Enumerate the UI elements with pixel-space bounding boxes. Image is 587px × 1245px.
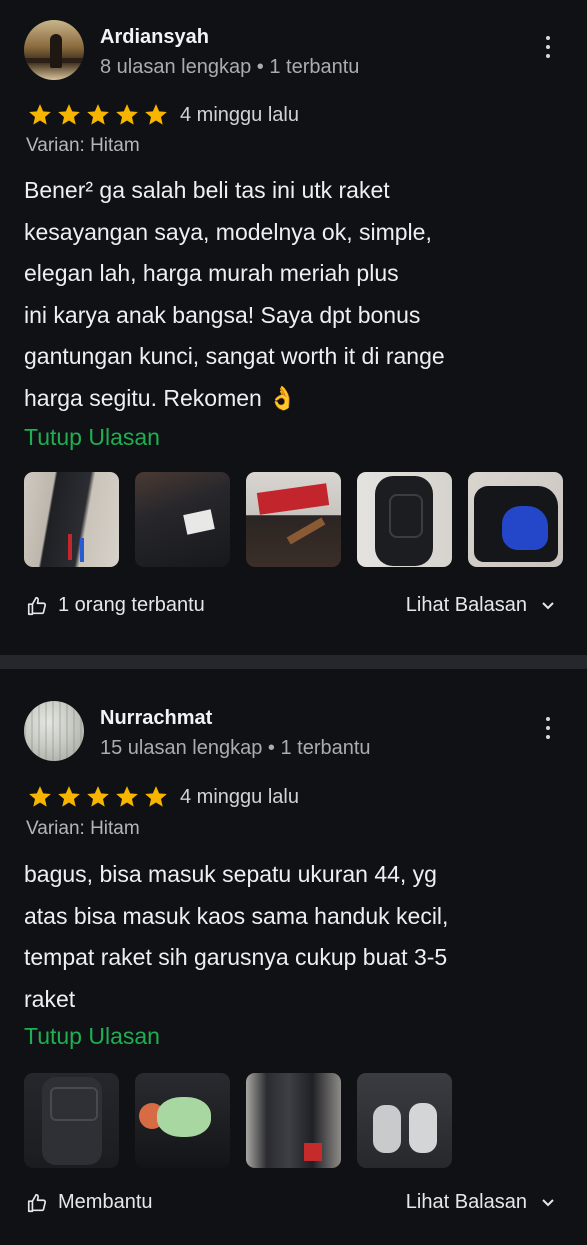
reviewer-meta: 8 ulasan lengkap • 1 terbantu: [100, 56, 360, 78]
review-photos: [24, 472, 563, 567]
helpful-button[interactable]: 1 orang terbantu: [26, 594, 205, 617]
review-time: 4 minggu lalu: [180, 103, 299, 126]
review-footer: Membantu Lihat Balasan: [24, 1191, 563, 1221]
helpful-button[interactable]: Membantu: [26, 1191, 153, 1214]
review-photo[interactable]: [246, 472, 341, 567]
star-rating: [26, 102, 170, 128]
review-time: 4 minggu lalu: [180, 785, 299, 808]
review-header: Nurrachmat 15 ulasan lengkap • 1 terbant…: [24, 701, 563, 761]
review-card: Ardiansyah 8 ulasan lengkap • 1 terbantu…: [0, 0, 587, 655]
variant-label: Varian: Hitam: [26, 818, 140, 839]
section-divider: [0, 655, 587, 669]
review-photo[interactable]: [135, 1073, 230, 1168]
rating-row: 4 minggu lalu: [26, 784, 299, 810]
star-icon: [116, 104, 138, 125]
star-icon: [145, 786, 167, 807]
kebab-menu-icon[interactable]: [541, 36, 555, 66]
reviewer-meta: 15 ulasan lengkap • 1 terbantu: [100, 737, 371, 759]
review-header: Ardiansyah 8 ulasan lengkap • 1 terbantu: [24, 20, 563, 80]
star-icon: [29, 786, 51, 807]
review-photo[interactable]: [24, 1073, 119, 1168]
helpful-count: 1 orang terbantu: [58, 594, 205, 616]
review-photos: [24, 1073, 452, 1168]
review-photo[interactable]: [135, 472, 230, 567]
star-icon: [116, 786, 138, 807]
view-replies-button[interactable]: Lihat Balasan: [406, 1191, 555, 1214]
avatar[interactable]: [24, 20, 84, 80]
star-icon: [87, 104, 109, 125]
review-photo[interactable]: [357, 472, 452, 567]
thumbs-up-icon: [27, 1193, 47, 1212]
star-icon: [58, 786, 80, 807]
star-icon: [58, 104, 80, 125]
helpful-label: Membantu: [58, 1191, 153, 1213]
review-footer: 1 orang terbantu Lihat Balasan: [24, 594, 563, 624]
review-card: Nurrachmat 15 ulasan lengkap • 1 terbant…: [0, 669, 587, 1245]
chevron-down-icon: [542, 1198, 554, 1206]
star-rating: [26, 784, 170, 810]
collapse-review-link[interactable]: Tutup Ulasan: [24, 1023, 160, 1050]
review-photo[interactable]: [357, 1073, 452, 1168]
review-text: Bener² ga salah beli tas ini utk raket k…: [24, 177, 445, 411]
review-photo[interactable]: [246, 1073, 341, 1168]
review-photo[interactable]: [24, 472, 119, 567]
rating-row: 4 minggu lalu: [26, 102, 299, 128]
view-replies-label: Lihat Balasan: [405, 1191, 527, 1213]
view-replies-button[interactable]: Lihat Balasan: [406, 594, 555, 617]
star-icon: [29, 104, 51, 125]
chevron-down-icon: [542, 601, 554, 609]
review-photo[interactable]: [468, 472, 563, 567]
star-icon: [145, 104, 167, 125]
review-text: bagus, bisa masuk sepatu ukuran 44, yg a…: [24, 861, 449, 1012]
reviewer-name[interactable]: Ardiansyah: [100, 26, 209, 49]
thumbs-up-icon: [27, 596, 47, 615]
star-icon: [87, 786, 109, 807]
kebab-menu-icon[interactable]: [541, 717, 555, 747]
reviewer-name[interactable]: Nurrachmat: [100, 707, 212, 730]
view-replies-label: Lihat Balasan: [405, 594, 527, 616]
variant-label: Varian: Hitam: [26, 135, 140, 156]
collapse-review-link[interactable]: Tutup Ulasan: [24, 424, 160, 451]
avatar[interactable]: [24, 701, 84, 761]
